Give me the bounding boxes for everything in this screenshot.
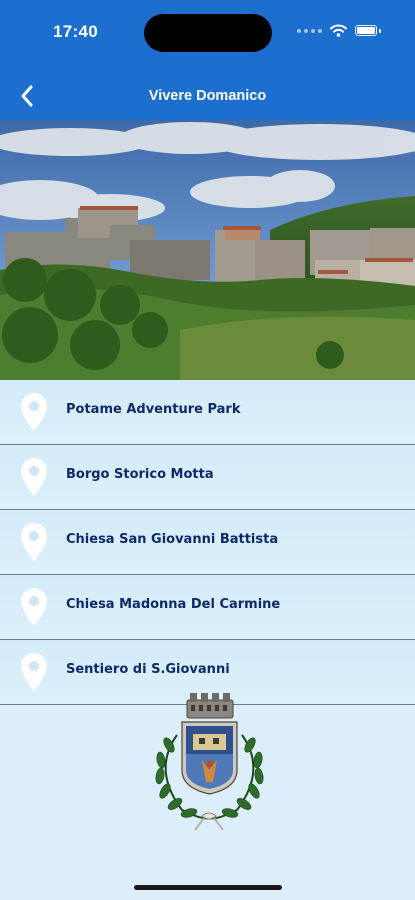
battery-icon <box>355 25 377 36</box>
battery-cap <box>379 28 381 33</box>
list-item-potame-adventure-park[interactable]: Potame Adventure Park <box>0 380 415 445</box>
list-item-chiesa-madonna-del-carmine[interactable]: Chiesa Madonna Del Carmine <box>0 575 415 640</box>
list-item-label: Sentiero di S.Giovanni <box>66 662 230 677</box>
list-item-chiesa-san-giovanni-battista[interactable]: Chiesa San Giovanni Battista <box>0 510 415 575</box>
status-icons <box>297 24 381 37</box>
map-pin-icon <box>21 588 47 626</box>
places-list: Potame Adventure Park Borgo Storico Mott… <box>0 380 415 705</box>
signal-icon <box>297 28 322 33</box>
map-pin-icon <box>21 458 47 496</box>
list-item-borgo-storico-motta[interactable]: Borgo Storico Motta <box>0 445 415 510</box>
map-pin-icon <box>21 653 47 691</box>
status-time: 17:40 <box>53 22 98 41</box>
map-pin-icon <box>21 393 47 431</box>
dynamic-island <box>144 14 272 52</box>
village-photo <box>0 120 415 380</box>
page-title: Vivere Domanico <box>148 88 267 104</box>
list-item-label: Chiesa San Giovanni Battista <box>66 532 279 547</box>
municipal-crest-logo <box>155 693 264 831</box>
status-bar: 17:40 <box>0 0 415 66</box>
nav-bar: Vivere Domanico <box>0 72 415 120</box>
wifi-icon <box>330 24 347 37</box>
home-indicator[interactable] <box>134 885 282 890</box>
app-header: 17:40 Vivere Domanico <box>0 0 415 120</box>
list-item-label: Potame Adventure Park <box>66 402 241 417</box>
list-item-label: Borgo Storico Motta <box>66 467 214 482</box>
map-pin-icon <box>21 523 47 561</box>
list-item-label: Chiesa Madonna Del Carmine <box>66 597 281 612</box>
